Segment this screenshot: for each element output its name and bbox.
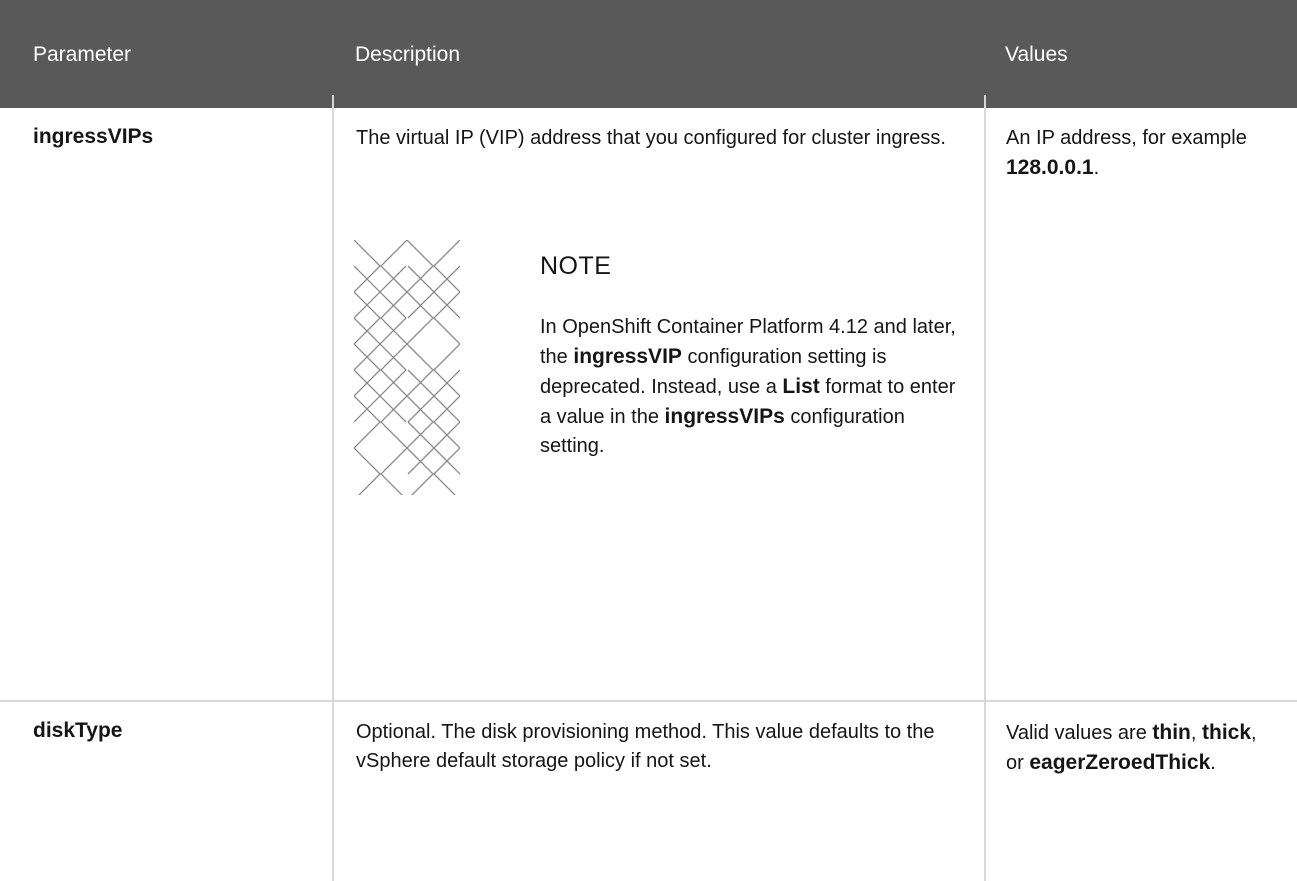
note-body: In OpenShift Container Platform 4.12 and… (540, 316, 956, 457)
column-header-values: Values (1005, 43, 1068, 66)
table-row-values: An IP address, for example 128.0.0.1. (1006, 127, 1247, 179)
table-row-description: Optional. The disk provisioning method. … (356, 721, 935, 772)
table-header-row: Parameter Description Values (0, 0, 1297, 108)
note-title: NOTE (540, 252, 612, 280)
column-header-description: Description (355, 43, 461, 66)
note-decoration-icon (354, 240, 460, 495)
table-row-parameter: ingressVIPs (33, 125, 154, 148)
table-row-description: The virtual IP (VIP) address that you co… (356, 127, 946, 149)
row-divider (0, 700, 1297, 702)
column-divider (984, 95, 986, 881)
column-header-parameter: Parameter (33, 43, 132, 66)
column-divider (332, 95, 334, 881)
table-row-values: Valid values are thin, thick, or eagerZe… (1006, 721, 1257, 774)
table-row-parameter: diskType (33, 719, 123, 742)
